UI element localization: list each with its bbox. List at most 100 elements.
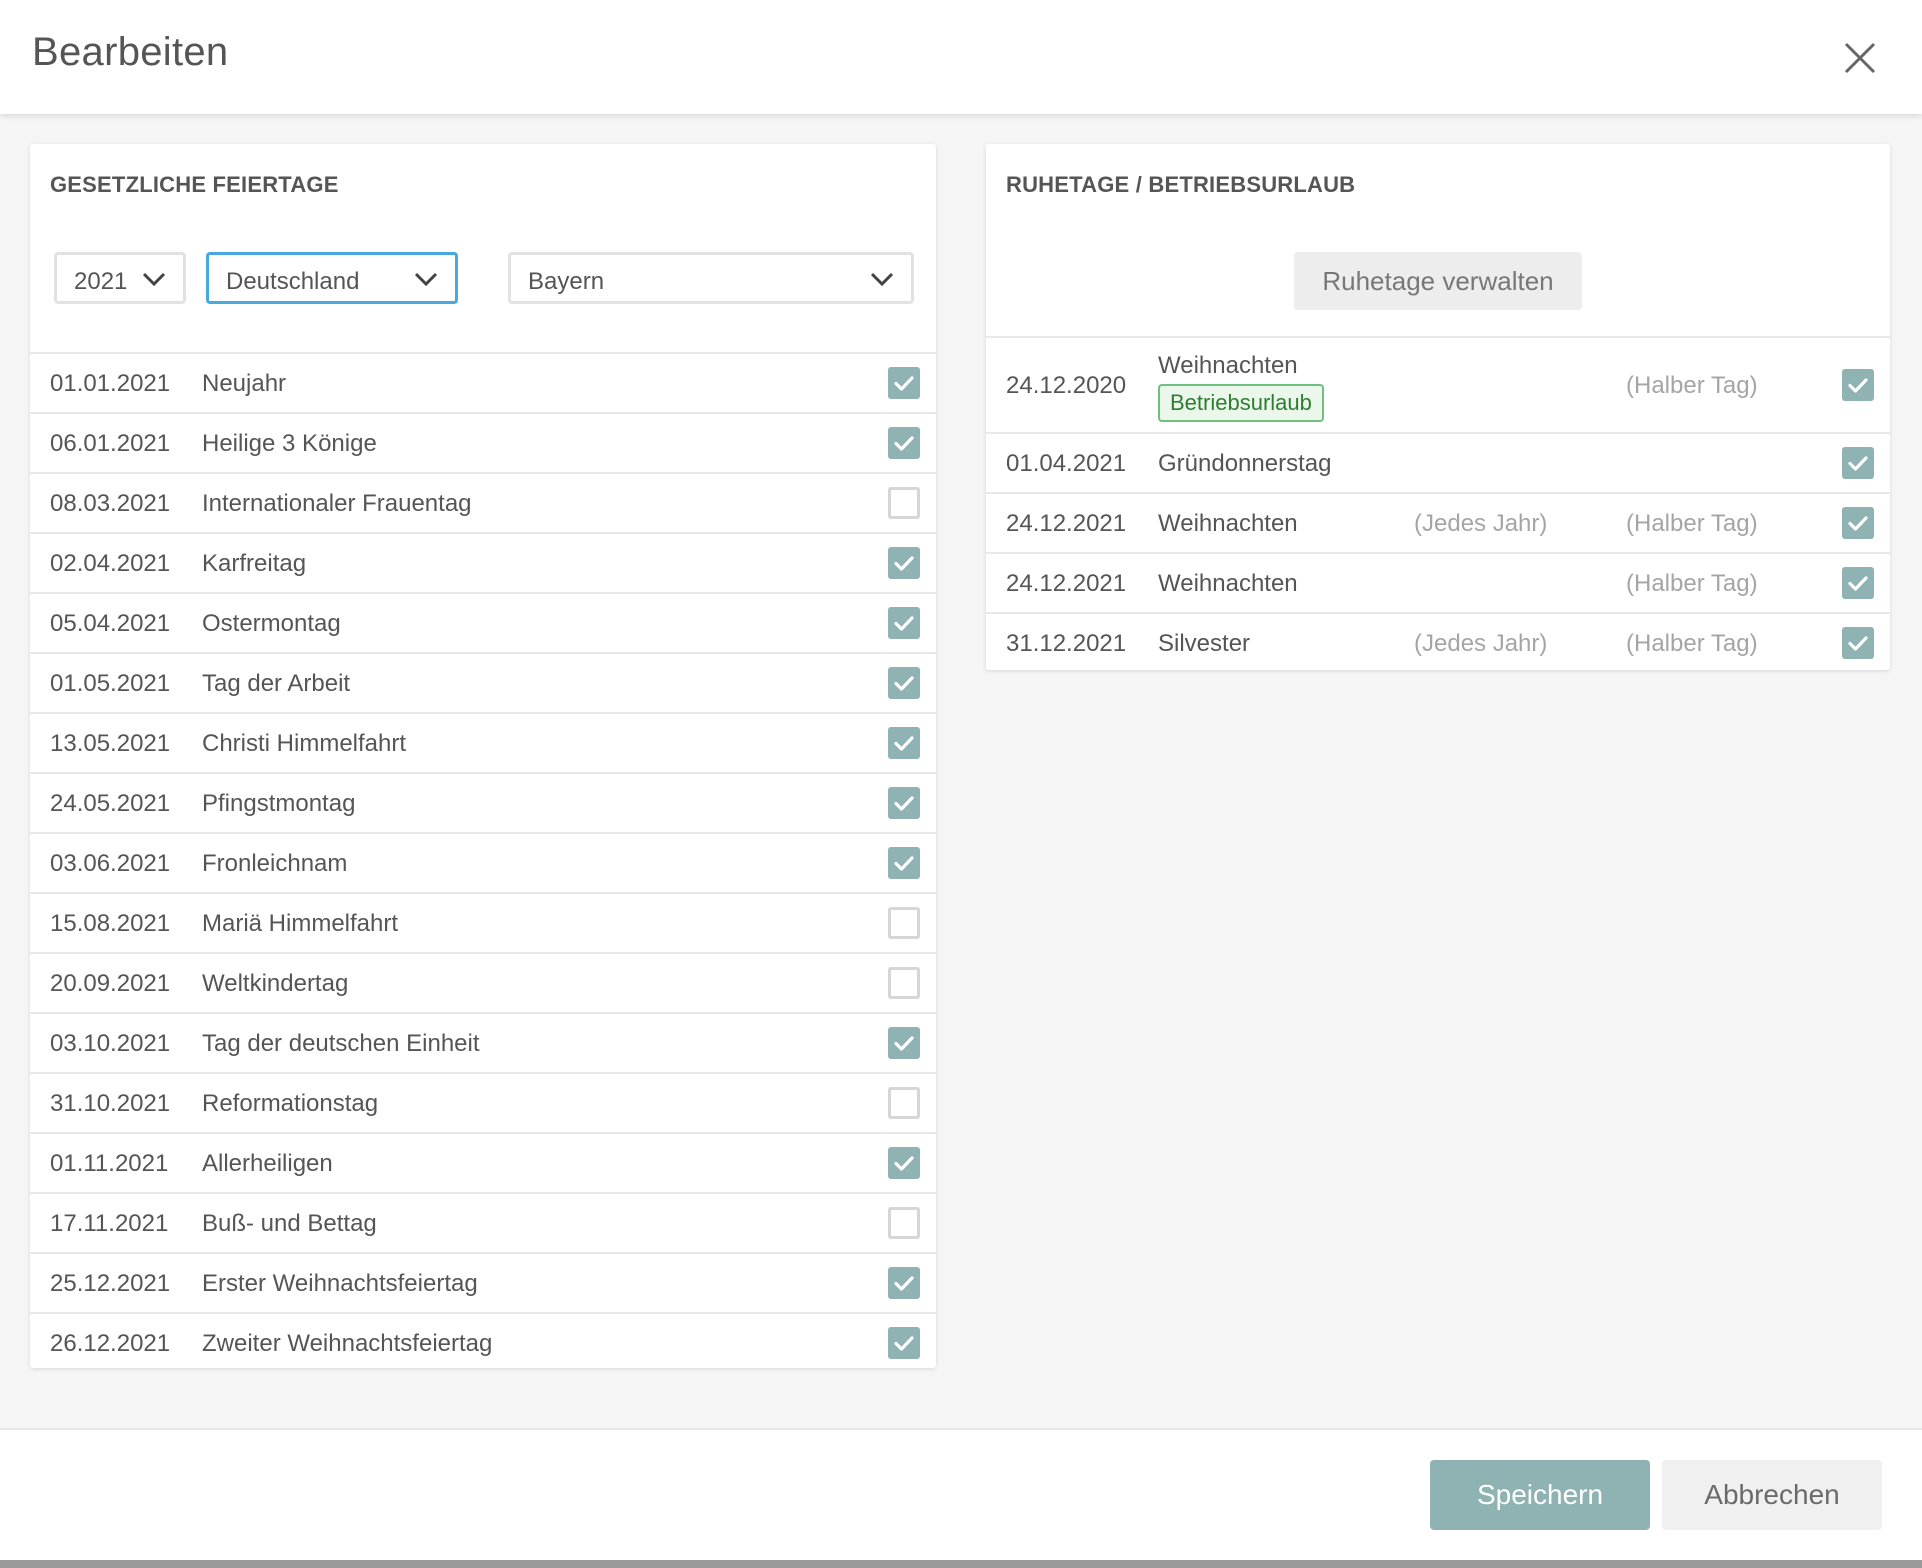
holiday-row: 01.05.2021 Tag der Arbeit [30,654,936,714]
checkbox[interactable] [888,967,920,999]
checkbox[interactable] [888,1087,920,1119]
checkmark-icon [1842,369,1874,401]
holiday-row: 02.04.2021 Karfreitag [30,534,936,594]
holiday-date: 26.12.2021 [50,1330,171,1357]
holiday-date: 25.12.2021 [50,1270,171,1297]
holiday-date: 20.09.2021 [50,970,171,997]
holiday-row: 06.01.2021 Heilige 3 Könige [30,414,936,474]
checkbox[interactable] [1842,507,1874,539]
holiday-row: 20.09.2021 Weltkindertag [30,954,936,1014]
holiday-date: 03.06.2021 [50,850,171,877]
checkbox[interactable] [888,847,920,879]
checkmark-icon [888,727,920,759]
checkmark-icon [888,1327,920,1359]
dialog-title: Bearbeiten [32,30,229,74]
holiday-row: 01.01.2021 Neujahr [30,354,936,414]
checkbox[interactable] [888,547,920,579]
holiday-row: 01.11.2021 Allerheiligen [30,1134,936,1194]
holiday-date: 01.05.2021 [50,670,171,697]
save-button[interactable]: Speichern [1430,1460,1650,1530]
holiday-date: 05.04.2021 [50,610,171,637]
checkmark-icon [1842,627,1874,659]
rest-day-row: 24.12.2021 Weihnachten (Halber Tag) [986,554,1890,614]
checkmark-icon [1842,567,1874,599]
holiday-name: Buß- und Bettag [202,1210,377,1237]
holiday-date: 15.08.2021 [50,910,171,937]
checkmark-icon [888,787,920,819]
rest-days-table: 24.12.2020 Weihnachten Betriebsurlaub (Halb… [986,336,1890,672]
holiday-name: Fronleichnam [202,850,348,877]
rest-day-row: 31.12.2021 Silvester (Jedes Jahr) (Halber T… [986,614,1890,672]
rest-day-name: Gründonnerstag [1158,450,1332,477]
checkbox[interactable] [1842,627,1874,659]
rest-day-date: 24.12.2021 [1006,570,1127,597]
checkbox[interactable] [888,907,920,939]
state-select[interactable]: Bayern [508,252,914,304]
checkbox[interactable] [888,787,920,819]
rest-day-name: Silvester [1158,630,1251,657]
checkbox[interactable] [1842,447,1874,479]
checkbox[interactable] [888,1267,920,1299]
chevron-down-icon [869,269,895,289]
country-select-value: Deutschland [226,268,360,295]
checkmark-icon [888,1147,920,1179]
rest-day-name: Weihnachten [1158,510,1298,537]
holiday-date: 31.10.2021 [50,1090,171,1117]
holiday-name: Heilige 3 Könige [202,430,377,457]
rest-day-row: 24.12.2020 Weihnachten Betriebsurlaub (Halb… [986,338,1890,434]
checkbox[interactable] [888,1147,920,1179]
checkbox[interactable] [888,607,920,639]
year-select[interactable]: 2021 [54,252,186,304]
holiday-date: 08.03.2021 [50,490,171,517]
country-select[interactable]: Deutschland [206,252,458,304]
holiday-name: Zweiter Weihnachtsfeiertag [202,1330,493,1357]
year-select-value: 2021 [74,268,128,295]
checkbox[interactable] [888,427,920,459]
holiday-table: 01.01.2021 Neujahr 06.01.2021 Heilige 3 Kön… [30,352,936,1372]
half-day-label: (Halber Tag) [1626,630,1758,657]
holiday-name: Allerheiligen [202,1150,333,1177]
holiday-row: 05.04.2021 Ostermontag [30,594,936,654]
checkmark-icon [888,547,920,579]
holiday-row: 03.06.2021 Fronleichnam [30,834,936,894]
half-day-label: (Halber Tag) [1626,372,1758,399]
holiday-date: 01.01.2021 [50,370,171,397]
checkbox[interactable] [888,487,920,519]
manage-rest-days-button[interactable]: Ruhetage verwalten [1294,252,1582,310]
checkmark-icon [888,847,920,879]
public-holidays-card: GESETZLICHE FEIERTAGE 2021 Deutschland B… [30,144,936,1368]
checkbox[interactable] [888,667,920,699]
holiday-name: Internationaler Frauentag [202,490,472,517]
every-year-label: (Jedes Jahr) [1414,510,1548,537]
close-icon[interactable] [1838,36,1882,80]
chevron-down-icon [141,269,167,289]
holiday-date: 13.05.2021 [50,730,171,757]
checkbox[interactable] [1842,567,1874,599]
holiday-date: 06.01.2021 [50,430,171,457]
holiday-name: Pfingstmontag [202,790,356,817]
cancel-button[interactable]: Abbrechen [1662,1460,1882,1530]
half-day-label: (Halber Tag) [1626,570,1758,597]
checkbox[interactable] [1842,369,1874,401]
rest-days-title: RUHETAGE / BETRIEBSURLAUB [1006,172,1356,197]
checkbox[interactable] [888,1327,920,1359]
checkbox[interactable] [888,727,920,759]
checkbox[interactable] [888,367,920,399]
holiday-name: Neujahr [202,370,287,397]
checkbox[interactable] [888,1207,920,1239]
rest-day-row: 24.12.2021 Weihnachten (Jedes Jahr) (Halber… [986,494,1890,554]
half-day-label: (Halber Tag) [1626,510,1758,537]
rest-day-date: 01.04.2021 [1006,450,1127,477]
holiday-date: 24.05.2021 [50,790,171,817]
holiday-row: 24.05.2021 Pfingstmontag [30,774,936,834]
checkmark-icon [888,367,920,399]
checkbox[interactable] [888,1027,920,1059]
rest-day-row: 01.04.2021 Gründonnerstag [986,434,1890,494]
holiday-name: Mariä Himmelfahrt [202,910,399,937]
holiday-date: 03.10.2021 [50,1030,171,1057]
checkmark-icon [888,607,920,639]
holiday-row: 13.05.2021 Christi Himmelfahrt [30,714,936,774]
rest-day-date: 24.12.2021 [1006,510,1127,537]
holiday-row: 31.10.2021 Reformationstag [30,1074,936,1134]
checkmark-icon [1842,507,1874,539]
